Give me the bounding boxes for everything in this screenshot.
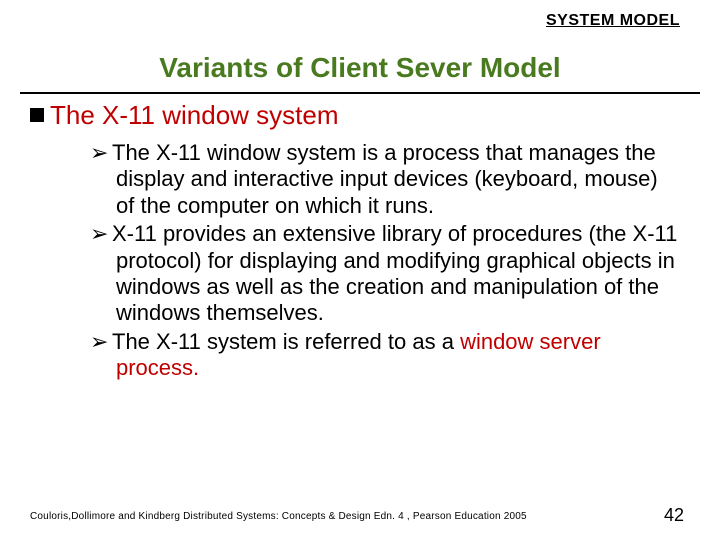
header-label: SYSTEM MODEL [546,12,680,30]
list-item: ➢The X-11 system is referred to as a win… [90,329,680,382]
subheading: The X-11 window system [30,100,680,131]
list-item: ➢The X-11 window system is a process tha… [90,140,680,219]
title-underline [20,92,700,94]
footer-citation: Couloris,Dollimore and Kindberg Distribu… [30,511,527,522]
arrow-bullet-icon: ➢ [90,221,112,247]
subheading-text: The X-11 window system [50,100,339,130]
list-item: ➢X-11 provides an extensive library of p… [90,221,680,327]
arrow-bullet-icon: ➢ [90,329,112,355]
square-bullet-icon [30,108,44,122]
list-item-text: X-11 provides an extensive library of pr… [112,221,677,325]
arrow-bullet-icon: ➢ [90,140,112,166]
list-item-text: The X-11 window system is a process that… [112,140,658,218]
body-list: ➢The X-11 window system is a process tha… [90,140,680,384]
slide-title: Variants of Client Sever Model [0,52,720,90]
list-item-text: The X-11 system is referred to as a [112,329,460,354]
page-number: 42 [664,505,684,526]
